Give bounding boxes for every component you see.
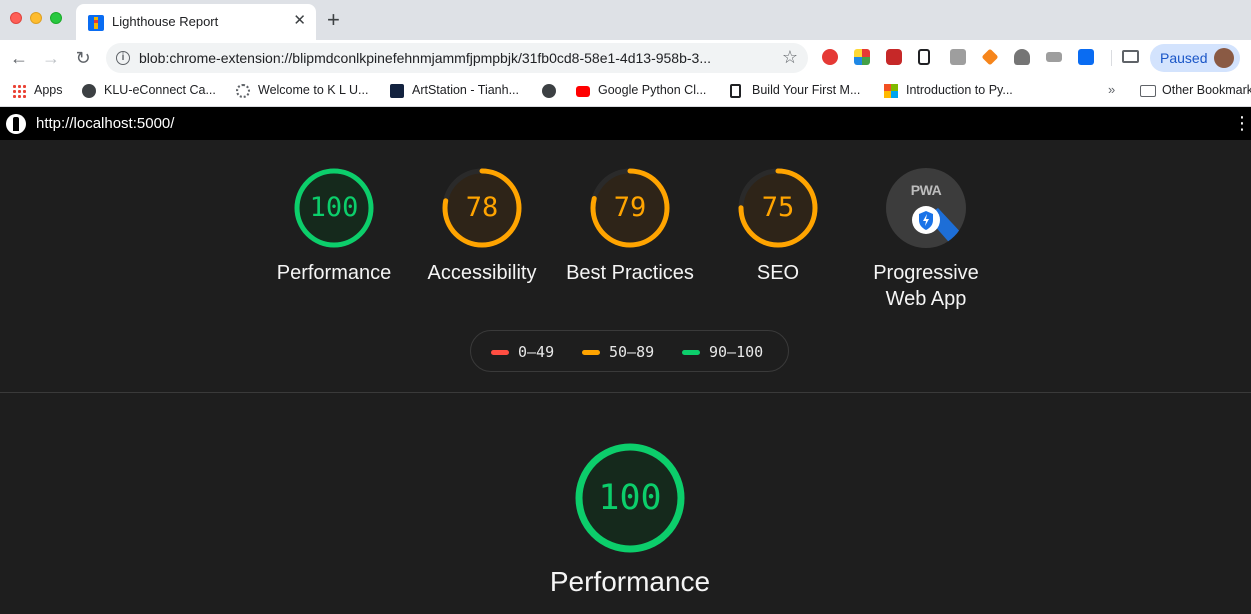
legend-swatch	[682, 350, 700, 355]
new-tab-button[interactable]: +	[327, 8, 340, 32]
microsoft-icon	[884, 84, 898, 98]
bookmark-label: ArtStation - Tianh...	[412, 83, 519, 97]
artstation-icon	[390, 84, 404, 98]
tab-close-icon[interactable]: ✕	[293, 13, 306, 29]
youtube-icon	[576, 86, 590, 97]
legend-swatch	[582, 350, 600, 355]
gauge-label: Accessibility	[427, 262, 537, 284]
lighthouse-topbar: http://localhost:5000/ ⋮	[0, 107, 1251, 140]
bookmark-klu-econnect[interactable]: KLU-eConnect Ca...	[82, 82, 222, 100]
zoom-window-button[interactable]	[50, 12, 62, 24]
reload-button[interactable]: ↻	[70, 45, 96, 71]
report-url[interactable]: http://localhost:5000/	[36, 115, 174, 132]
gauge-accessibility[interactable]: 78 Accessibility	[412, 166, 552, 286]
profile-button[interactable]: Paused	[1150, 44, 1240, 72]
bookmark-welcome-klu[interactable]: Welcome to K L U...	[236, 82, 376, 100]
avatar	[1214, 48, 1234, 68]
legend-swatch	[491, 350, 509, 355]
gauge-performance[interactable]: 100 Performance	[264, 166, 404, 286]
gauge-pwa[interactable]: PWA Progressive Web App	[856, 166, 996, 312]
bookmarks-bar: Apps KLU-eConnect Ca... Welcome to K L U…	[0, 76, 1251, 107]
gauge-label: Best Practices	[566, 262, 694, 284]
globe-icon	[542, 84, 556, 98]
tab-strip: Lighthouse Report ✕ +	[0, 0, 1251, 40]
bookmark-star-icon[interactable]: ☆	[782, 47, 798, 68]
lighthouse-extension-icon[interactable]	[1078, 49, 1094, 65]
score-gauge: 79	[588, 166, 672, 250]
bookmark-google-python[interactable]: Google Python Cl...	[576, 82, 716, 100]
report-menu-button[interactable]: ⋮	[1233, 114, 1251, 132]
bookmark-other-bookmarks[interactable]: Other Bookmarks	[1140, 82, 1251, 100]
gauge-label: Performance	[276, 262, 392, 284]
bookmark-intro-python[interactable]: Introduction to Py...	[884, 82, 1034, 100]
gauge-seo[interactable]: 75 SEO	[708, 166, 848, 286]
address-bar-url[interactable]: blob:chrome-extension://blipmdconlkpinef…	[139, 50, 711, 66]
gauge-score: 75	[761, 192, 795, 223]
close-window-button[interactable]	[10, 12, 22, 24]
bookmark-build-first[interactable]: Build Your First M...	[730, 82, 870, 100]
performance-detail-title: Performance	[549, 566, 711, 597]
score-gauge: 78	[440, 166, 524, 250]
tab-lighthouse-report[interactable]: Lighthouse Report ✕	[76, 4, 316, 40]
toolbar-divider	[1111, 50, 1112, 66]
gauge-score: 78	[465, 192, 499, 223]
gauge-score: 100	[309, 192, 359, 223]
minimize-window-button[interactable]	[30, 12, 42, 24]
legend-range: 0–49	[518, 343, 555, 361]
ublock-extension-icon[interactable]	[822, 49, 838, 65]
bookmark-label: Introduction to Py...	[906, 83, 1013, 97]
bookmark-label: Apps	[34, 83, 63, 97]
bookmark-label: Build Your First M...	[752, 83, 861, 97]
profile-status-label: Paused	[1160, 50, 1208, 66]
lighthouse-report: 100 Performance 78 Accessibility 79 Best…	[0, 140, 1251, 614]
gauge-best-practices[interactable]: 79 Best Practices	[560, 166, 700, 286]
performance-detail-score: 100	[598, 478, 662, 518]
address-bar[interactable]: i blob:chrome-extension://blipmdconlkpin…	[106, 43, 808, 73]
gauge-score: 79	[613, 192, 647, 223]
adblock-plus-extension-icon[interactable]	[886, 49, 902, 65]
bookmark-label: KLU-eConnect Ca...	[104, 83, 216, 97]
color-picker-extension-icon[interactable]	[854, 49, 870, 65]
bookmark-label: Google Python Cl...	[598, 83, 707, 97]
bookmark-label: Other Bookmarks	[1162, 83, 1251, 97]
score-gauge: 100	[292, 166, 376, 250]
globe-icon	[82, 84, 96, 98]
score-gauge: 75	[736, 166, 820, 250]
browser-toolbar: ← → ↻ i blob:chrome-extension://blipmdco…	[0, 40, 1251, 76]
info-icon[interactable]: i	[116, 51, 130, 65]
shoe-extension-icon[interactable]	[1014, 49, 1030, 65]
tab-title: Lighthouse Report	[112, 14, 219, 29]
back-button[interactable]: ←	[6, 45, 32, 71]
lighthouse-favicon-icon	[88, 15, 104, 31]
gear-icon	[236, 84, 250, 98]
mobile-icon	[730, 84, 741, 98]
folder-icon	[1140, 85, 1156, 97]
performance-detail-gauge: 100	[574, 442, 686, 554]
bookmark-artstation[interactable]: ArtStation - Tianh...	[390, 82, 530, 100]
gauge-label-line1: Progressive	[873, 262, 979, 284]
legend-range: 90–100	[709, 343, 764, 361]
legend-range: 50–89	[609, 343, 655, 361]
grammar-extension-icon[interactable]	[950, 49, 966, 65]
cast-icon[interactable]	[1122, 50, 1139, 63]
lock-extension-icon[interactable]	[918, 49, 930, 65]
pwa-shield-icon	[912, 206, 966, 248]
section-divider	[0, 392, 1251, 393]
pwa-badge-icon: PWA	[886, 168, 966, 248]
bookmark-globe[interactable]	[542, 82, 562, 100]
bookmark-label: Welcome to K L U...	[258, 83, 369, 97]
score-scale-legend: 0–49 50–89 90–100	[470, 330, 789, 372]
forward-button[interactable]: →	[38, 45, 64, 71]
bookmarks-overflow-button[interactable]: »	[1108, 82, 1115, 97]
gauge-label: SEO	[756, 262, 800, 284]
gauge-label-line2: Web App	[885, 288, 967, 310]
bed-extension-icon[interactable]	[1046, 52, 1062, 62]
lighthouse-logo-icon	[6, 114, 26, 134]
metamask-fox-icon[interactable]	[981, 48, 999, 66]
apps-grid-icon	[12, 84, 26, 98]
bookmark-apps[interactable]: Apps	[12, 82, 72, 100]
